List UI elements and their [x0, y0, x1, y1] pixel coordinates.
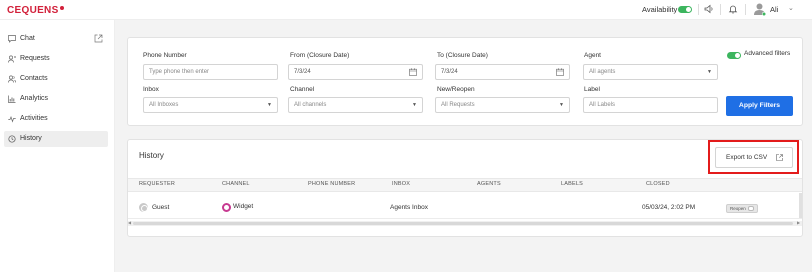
channel-value: All channels	[294, 102, 327, 108]
export-csv-button[interactable]: Export to CSV	[715, 147, 793, 168]
external-link-icon	[776, 154, 783, 161]
new-reopen-value: All Requests	[441, 102, 475, 108]
external-link-icon[interactable]	[94, 34, 103, 43]
column-header-closed[interactable]: CLOSED	[646, 181, 670, 187]
reopen-badge: Reopen	[726, 204, 758, 213]
sidebar-item-label: History	[20, 135, 42, 142]
availability-toggle[interactable]	[678, 6, 692, 13]
inbox-select[interactable]: All Inboxes ▼	[143, 97, 278, 113]
sidebar-item-label: Analytics	[20, 95, 49, 102]
scroll-left-icon[interactable]: ◀	[128, 220, 131, 225]
column-header-inbox[interactable]: INBOX	[392, 181, 410, 187]
channel-label: Channel	[290, 86, 315, 93]
sidebar-item-activities[interactable]: Activities	[4, 111, 108, 127]
divider	[128, 218, 802, 219]
sidebar-item-requests[interactable]: Requests	[4, 51, 108, 67]
sidebar-item-analytics[interactable]: Analytics	[4, 91, 108, 107]
column-header-agents[interactable]: AGENTS	[477, 181, 501, 187]
top-bar: CEQUENS Availability Ali ⌄	[0, 0, 812, 20]
inbox-value: All Inboxes	[149, 102, 179, 108]
agent-placeholder: All agents	[589, 69, 616, 75]
scroll-right-icon[interactable]: ▶	[797, 220, 800, 225]
guest-avatar-icon	[139, 203, 148, 212]
column-header-channel[interactable]: CHANNEL	[222, 181, 250, 187]
user-name[interactable]: Ali	[770, 5, 778, 14]
channel-select[interactable]: All channels ▼	[288, 97, 423, 113]
apply-filters-button[interactable]: Apply Filters	[726, 96, 793, 116]
from-date-label: From (Closure Date)	[290, 52, 350, 59]
reopen-count-icon	[747, 206, 754, 212]
from-date-value: 7/3/24	[294, 69, 311, 75]
phone-number-input[interactable]: Type phone then enter	[143, 64, 278, 80]
history-title: History	[139, 151, 164, 160]
cequens-logo[interactable]: CEQUENS	[7, 5, 64, 16]
column-header-requester[interactable]: REQUESTER	[139, 181, 175, 187]
divider	[698, 4, 699, 15]
to-date-input[interactable]: 7/3/24	[435, 64, 570, 80]
agent-label: Agent	[584, 52, 601, 59]
scrollbar-thumb[interactable]	[133, 222, 793, 225]
chat-icon	[8, 35, 16, 43]
vertical-scrollbar[interactable]	[799, 193, 802, 219]
sidebar-item-contacts[interactable]: Contacts	[4, 71, 108, 87]
column-header-phone-number[interactable]: PHONE NUMBER	[308, 181, 355, 187]
analytics-icon	[8, 95, 16, 103]
contacts-icon	[8, 75, 16, 83]
advanced-filters-toggle[interactable]	[727, 52, 741, 59]
divider	[720, 4, 721, 15]
new-reopen-label: New/Reopen	[437, 86, 475, 93]
sidebar-item-chat[interactable]: Chat	[4, 31, 108, 47]
widget-icon	[222, 203, 231, 212]
divider	[745, 4, 746, 15]
label-placeholder: All Labels	[589, 102, 616, 108]
from-date-input[interactable]: 7/3/24	[288, 64, 423, 80]
to-date-value: 7/3/24	[441, 69, 458, 75]
requester-cell[interactable]: Guest	[152, 204, 169, 211]
sidebar-item-label: Contacts	[20, 75, 48, 82]
sidebar-item-history[interactable]: History	[4, 131, 108, 147]
phone-number-label: Phone Number	[143, 52, 187, 59]
inbox-cell: Agents Inbox	[390, 204, 428, 211]
sound-icon[interactable]	[704, 4, 714, 14]
bell-icon[interactable]	[728, 4, 738, 14]
chevron-down-icon[interactable]: ⌄	[788, 4, 794, 12]
new-reopen-select[interactable]: All Requests ▼	[435, 97, 570, 113]
sidebar-item-label: Requests	[20, 55, 50, 62]
label-select[interactable]: All Labels	[583, 97, 718, 113]
sidebar-item-label: Activities	[20, 115, 48, 122]
calendar-icon[interactable]	[409, 68, 417, 76]
to-date-label: To (Closure Date)	[437, 52, 488, 59]
calendar-icon[interactable]	[556, 68, 564, 76]
agent-select[interactable]: All agents ▼	[583, 64, 718, 80]
sidebar-item-label: Chat	[20, 35, 35, 42]
channel-cell: Widget	[233, 203, 254, 210]
label-label: Label	[584, 86, 600, 93]
advanced-filters-label: Advanced filters	[744, 50, 791, 57]
activities-icon	[8, 115, 16, 123]
inbox-label: Inbox	[143, 86, 159, 93]
column-header-labels[interactable]: LABELS	[561, 181, 583, 187]
chevron-down-icon: ▼	[412, 102, 417, 108]
requests-icon	[8, 55, 16, 63]
availability-label: Availability	[642, 5, 678, 14]
closed-cell: 05/03/24, 2:02 PM	[642, 204, 696, 211]
phone-number-placeholder: Type phone then enter	[149, 69, 210, 75]
history-icon	[8, 135, 16, 143]
chevron-down-icon: ▼	[559, 102, 564, 108]
chevron-down-icon: ▼	[267, 102, 272, 108]
chevron-down-icon: ▼	[707, 69, 712, 75]
user-avatar-icon[interactable]	[753, 2, 766, 16]
export-csv-label: Export to CSV	[726, 154, 768, 161]
